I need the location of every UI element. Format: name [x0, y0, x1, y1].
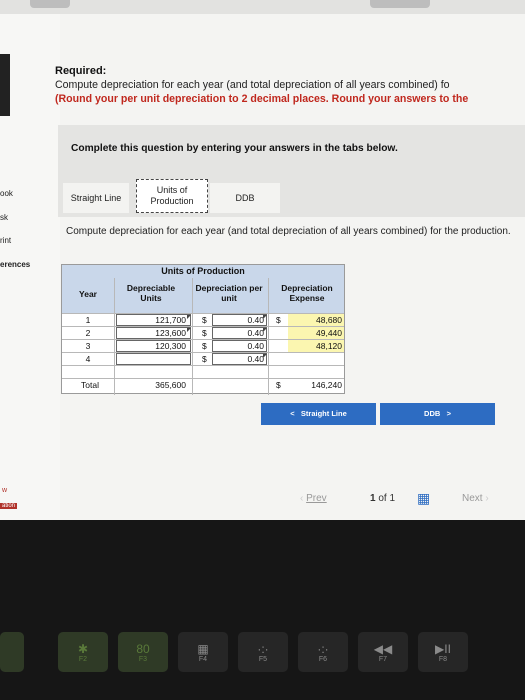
- year-cell: 2: [85, 328, 91, 338]
- sidebar-item-ask[interactable]: sk: [0, 213, 8, 222]
- chevron-left-icon: ‹: [300, 493, 304, 504]
- compute-text: Compute depreciation for each year (and …: [66, 226, 511, 237]
- entry-flag-icon: [187, 315, 191, 319]
- currency-sign: $: [276, 315, 281, 325]
- required-text: Compute depreciation for each year (and …: [55, 79, 450, 91]
- next-page-link[interactable]: Next ›: [462, 493, 489, 504]
- required-rounding-note: (Round your per unit depreciation to 2 d…: [55, 93, 469, 105]
- required-heading: Required:: [55, 65, 107, 77]
- total-units: 365,600: [155, 380, 186, 390]
- units-value: 120,300: [155, 341, 186, 351]
- rate-value: 0.40: [247, 315, 264, 325]
- key-label: F5: [258, 656, 268, 663]
- sidebar-item-references[interactable]: erences: [0, 260, 30, 269]
- year-cell: 3: [85, 341, 91, 351]
- keyboard-light-down-icon: ·:·: [257, 642, 269, 656]
- sidebar-item-ation[interactable]: ation: [0, 503, 18, 509]
- next-tab-label: DDB: [424, 409, 441, 418]
- currency-sign: $: [202, 341, 207, 351]
- rewind-icon: ◀◀: [373, 642, 393, 656]
- units-table: Units of Production Year Depreciable Uni…: [61, 264, 345, 395]
- launchpad-icon: ▦: [197, 642, 209, 656]
- col-depreciable-units: Depreciable Units: [126, 283, 176, 303]
- page-indicator: 1 of 1: [370, 493, 395, 504]
- sidebar-marker: [0, 54, 10, 116]
- table-title: Units of Production: [161, 266, 245, 276]
- entry-flag-icon: [263, 328, 267, 332]
- sidebar-item-print[interactable]: rint: [0, 236, 11, 245]
- prev-page-label: Prev: [306, 493, 327, 504]
- page-current: 1: [370, 493, 376, 504]
- key-f4[interactable]: ▦ F4: [178, 632, 228, 672]
- tab-units-of-production[interactable]: Units of Production: [136, 179, 208, 213]
- rate-value: 0.40: [247, 341, 264, 351]
- expense-value: 48,120: [316, 341, 342, 351]
- keyboard-light-up-icon: ·:·: [317, 642, 329, 656]
- currency-sign: $: [276, 380, 281, 390]
- prev-page-link[interactable]: ‹ Prev: [300, 493, 327, 504]
- chevron-left-icon: <: [290, 409, 295, 418]
- currency-sign: $: [202, 354, 207, 364]
- key-f1[interactable]: [0, 632, 24, 672]
- key-label: F2: [78, 656, 88, 663]
- required-block: Required: Compute depreciation for each …: [55, 64, 525, 106]
- page-total: of 1: [378, 493, 396, 504]
- total-expense: 146,240: [311, 380, 342, 390]
- tab-ddb[interactable]: DDB: [210, 183, 280, 213]
- prev-tab-button[interactable]: < Straight Line: [261, 403, 376, 425]
- sidebar-item-w[interactable]: w: [2, 487, 7, 494]
- tab-straight-line[interactable]: Straight Line: [63, 183, 129, 213]
- top-pill: [370, 0, 430, 8]
- sidebar-item-ebook[interactable]: ook: [0, 189, 13, 198]
- key-f5[interactable]: ·:· F5: [238, 632, 288, 672]
- total-label: Total: [81, 380, 99, 390]
- mission-control-icon: 80: [136, 642, 150, 656]
- key-f3[interactable]: 80 F3: [118, 632, 168, 672]
- top-pill: [30, 0, 70, 8]
- keyboard-area: [0, 520, 525, 700]
- key-label: F8: [438, 656, 448, 663]
- key-f8[interactable]: ▶II F8: [418, 632, 468, 672]
- key-label: F4: [198, 656, 208, 663]
- key-label: F7: [378, 656, 388, 663]
- prev-tab-label: Straight Line: [300, 409, 347, 418]
- next-page-label: Next: [462, 493, 483, 504]
- key-label: F6: [318, 656, 328, 663]
- expense-value: 48,680: [316, 315, 342, 325]
- units-value: 123,600: [155, 328, 186, 338]
- units-input[interactable]: [116, 353, 191, 365]
- rate-value: 0.40: [247, 354, 264, 364]
- year-cell: 4: [85, 354, 91, 364]
- brightness-icon: ✱: [77, 642, 89, 656]
- entry-flag-icon: [263, 315, 267, 319]
- key-f7[interactable]: ◀◀ F7: [358, 632, 408, 672]
- currency-sign: $: [202, 315, 207, 325]
- play-pause-icon: ▶II: [435, 642, 451, 656]
- instruction-text: Complete this question by entering your …: [71, 143, 398, 154]
- entry-flag-icon: [187, 328, 191, 332]
- col-depreciation-per-unit: Depreciation per unit: [195, 283, 263, 303]
- row-divider: [62, 365, 344, 366]
- next-tab-button[interactable]: DDB >: [380, 403, 495, 425]
- grid-icon[interactable]: ▦: [417, 491, 430, 505]
- key-f6[interactable]: ·:· F6: [298, 632, 348, 672]
- entry-flag-icon: [263, 354, 267, 358]
- year-cell: 1: [85, 315, 91, 325]
- col-year: Year: [79, 289, 97, 299]
- key-f2[interactable]: ✱ F2: [58, 632, 108, 672]
- expense-value: 49,440: [316, 328, 342, 338]
- col-depreciation-expense: Depreciation Expense: [281, 283, 333, 303]
- key-label: F3: [138, 656, 148, 663]
- units-value: 121,700: [155, 315, 186, 325]
- chevron-right-icon: >: [446, 409, 451, 418]
- rate-value: 0.40: [247, 328, 264, 338]
- currency-sign: $: [202, 328, 207, 338]
- chevron-right-icon: ›: [485, 493, 489, 504]
- top-strip: [0, 0, 525, 14]
- screen: ook sk rint erences w ation Required: Co…: [0, 0, 525, 520]
